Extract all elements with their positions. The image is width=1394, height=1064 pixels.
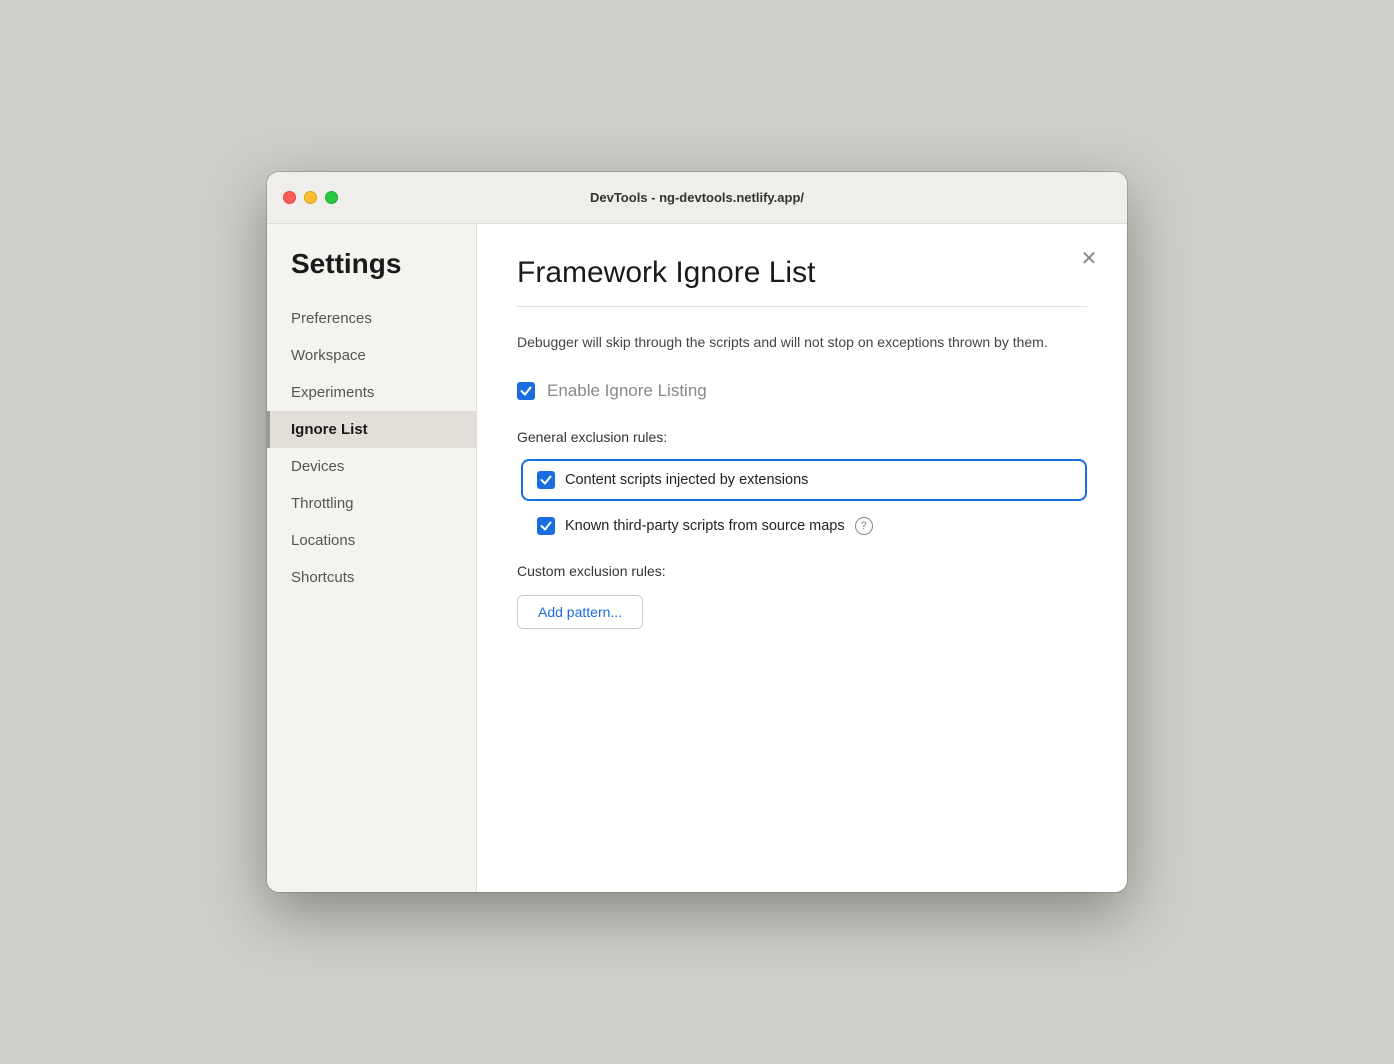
close-window-button[interactable]: [283, 191, 296, 204]
enable-ignore-listing-row: Enable Ignore Listing: [517, 381, 1087, 401]
content-scripts-label: Content scripts injected by extensions: [565, 472, 808, 488]
close-settings-button[interactable]: ✕: [1075, 244, 1103, 272]
sidebar-item-throttling[interactable]: Throttling: [267, 485, 476, 522]
sidebar-heading: Settings: [267, 248, 476, 300]
description-text: Debugger will skip through the scripts a…: [517, 331, 1087, 353]
checkmark-icon: [520, 385, 532, 397]
title-divider: [517, 306, 1087, 307]
sidebar-item-workspace[interactable]: Workspace: [267, 337, 476, 374]
window-body: Settings Preferences Workspace Experimen…: [267, 224, 1127, 892]
custom-exclusion-label: Custom exclusion rules:: [517, 563, 1087, 579]
sidebar-item-experiments[interactable]: Experiments: [267, 374, 476, 411]
content-scripts-checkbox[interactable]: [537, 471, 555, 489]
rule-content-scripts-row: Content scripts injected by extensions: [521, 459, 1087, 501]
page-title: Framework Ignore List: [517, 256, 1087, 290]
minimize-window-button[interactable]: [304, 191, 317, 204]
maximize-window-button[interactable]: [325, 191, 338, 204]
enable-ignore-listing-label: Enable Ignore Listing: [547, 381, 707, 401]
third-party-label: Known third-party scripts from source ma…: [565, 518, 845, 534]
sidebar: Settings Preferences Workspace Experimen…: [267, 224, 477, 892]
add-pattern-button[interactable]: Add pattern...: [517, 595, 643, 629]
sidebar-item-locations[interactable]: Locations: [267, 522, 476, 559]
checkmark-icon: [540, 474, 552, 486]
sidebar-item-ignore-list[interactable]: Ignore List: [267, 411, 476, 448]
checkmark-icon: [540, 520, 552, 532]
window: DevTools - ng-devtools.netlify.app/ Sett…: [267, 172, 1127, 892]
sidebar-item-shortcuts[interactable]: Shortcuts: [267, 559, 476, 596]
titlebar: DevTools - ng-devtools.netlify.app/: [267, 172, 1127, 224]
sidebar-item-devices[interactable]: Devices: [267, 448, 476, 485]
sidebar-item-preferences[interactable]: Preferences: [267, 300, 476, 337]
third-party-checkbox[interactable]: [537, 517, 555, 535]
enable-ignore-listing-checkbox[interactable]: [517, 382, 535, 400]
rule-third-party-row: Known third-party scripts from source ma…: [537, 517, 1087, 535]
custom-exclusion-section: Custom exclusion rules: Add pattern...: [517, 563, 1087, 629]
general-exclusion-label: General exclusion rules:: [517, 429, 1087, 445]
exclusion-rules-list: Content scripts injected by extensions K…: [517, 459, 1087, 535]
main-content: ✕ Framework Ignore List Debugger will sk…: [477, 224, 1127, 892]
traffic-lights: [283, 191, 338, 204]
window-title: DevTools - ng-devtools.netlify.app/: [590, 190, 804, 205]
help-icon[interactable]: ?: [855, 517, 873, 535]
